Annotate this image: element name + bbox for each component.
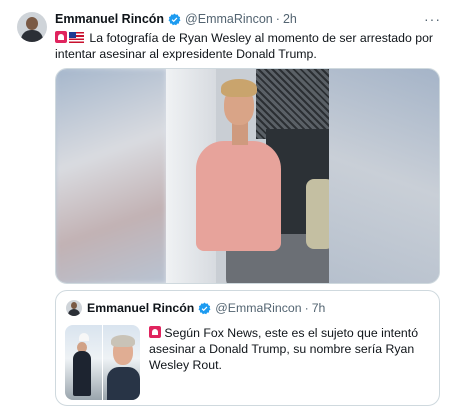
tweet-text-body: La fotografía de Ryan Wesley al momento … — [55, 31, 434, 61]
tweet-timestamp[interactable]: 2h — [283, 12, 297, 26]
quoted-tweet-timestamp: 7h — [311, 301, 326, 315]
header-separator: · — [275, 12, 280, 26]
quoted-tweet[interactable]: Emmanuel Rincón @EmmaRincon · 7h Según F… — [55, 290, 440, 406]
quoted-tweet-header: Emmanuel Rincón @EmmaRincon · 7h — [87, 301, 325, 315]
us-flag-icon — [69, 32, 84, 43]
arrest-photo — [166, 69, 331, 283]
quoted-header-separator: · — [304, 301, 309, 315]
quoted-author-name: Emmanuel Rincón — [87, 301, 195, 315]
more-options-icon[interactable]: ··· — [424, 11, 441, 27]
tweet[interactable]: Emmanuel Rincón @EmmaRincon · 2h ··· La … — [0, 0, 455, 413]
author-avatar[interactable] — [17, 12, 47, 42]
quoted-tweet-text-body: Según Fox News, este es el sujeto que in… — [149, 326, 419, 372]
siren-icon — [55, 31, 67, 43]
photo-blur-left — [56, 69, 166, 283]
quoted-tweet-thumbnail — [65, 325, 140, 400]
quoted-author-handle: @EmmaRincon — [215, 301, 302, 315]
tweet-text: La fotografía de Ryan Wesley al momento … — [55, 30, 440, 62]
photo-blur-right — [329, 69, 439, 283]
siren-icon — [149, 326, 161, 338]
author-handle[interactable]: @EmmaRincon — [185, 12, 273, 26]
verified-badge-icon — [198, 302, 211, 314]
verified-badge-icon — [168, 13, 181, 25]
quoted-author-avatar — [66, 300, 82, 316]
tweet-header: Emmanuel Rincón @EmmaRincon · 2h — [55, 12, 297, 26]
quoted-tweet-text: Según Fox News, este es el sujeto que in… — [149, 325, 429, 373]
tweet-photo[interactable] — [55, 68, 440, 284]
author-name[interactable]: Emmanuel Rincón — [55, 12, 164, 26]
